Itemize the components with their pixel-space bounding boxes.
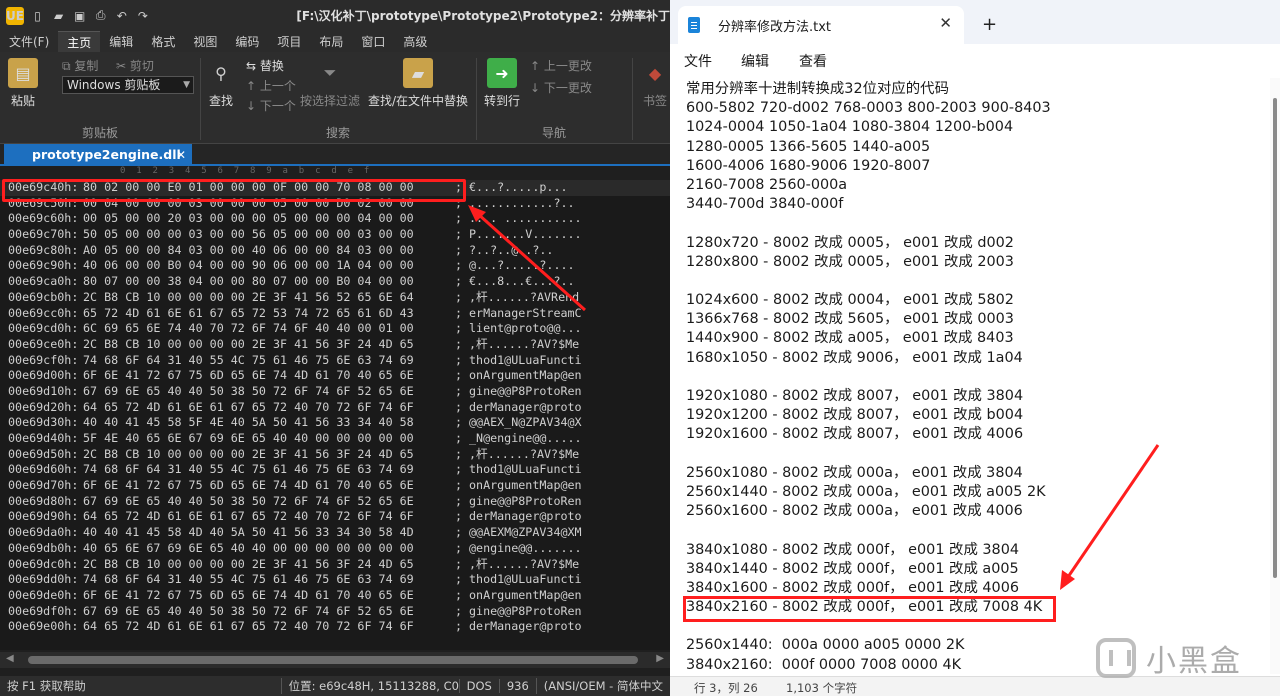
xiaoheihe-logo-icon <box>1096 638 1136 678</box>
arrow-to-hex-row <box>476 212 587 312</box>
arrowhead-4k <box>1060 570 1075 590</box>
annotation-arrows <box>468 205 1160 590</box>
desktop: UE ▯ ▰ ▣ ⎙ ↶ ↷ [F:\汉化补丁\prototype\Protot… <box>0 0 1280 696</box>
watermark: 小黑盒 <box>1096 632 1276 684</box>
arrow-to-4k-line <box>1066 444 1160 578</box>
watermark-text: 小黑盒 <box>1146 644 1242 679</box>
